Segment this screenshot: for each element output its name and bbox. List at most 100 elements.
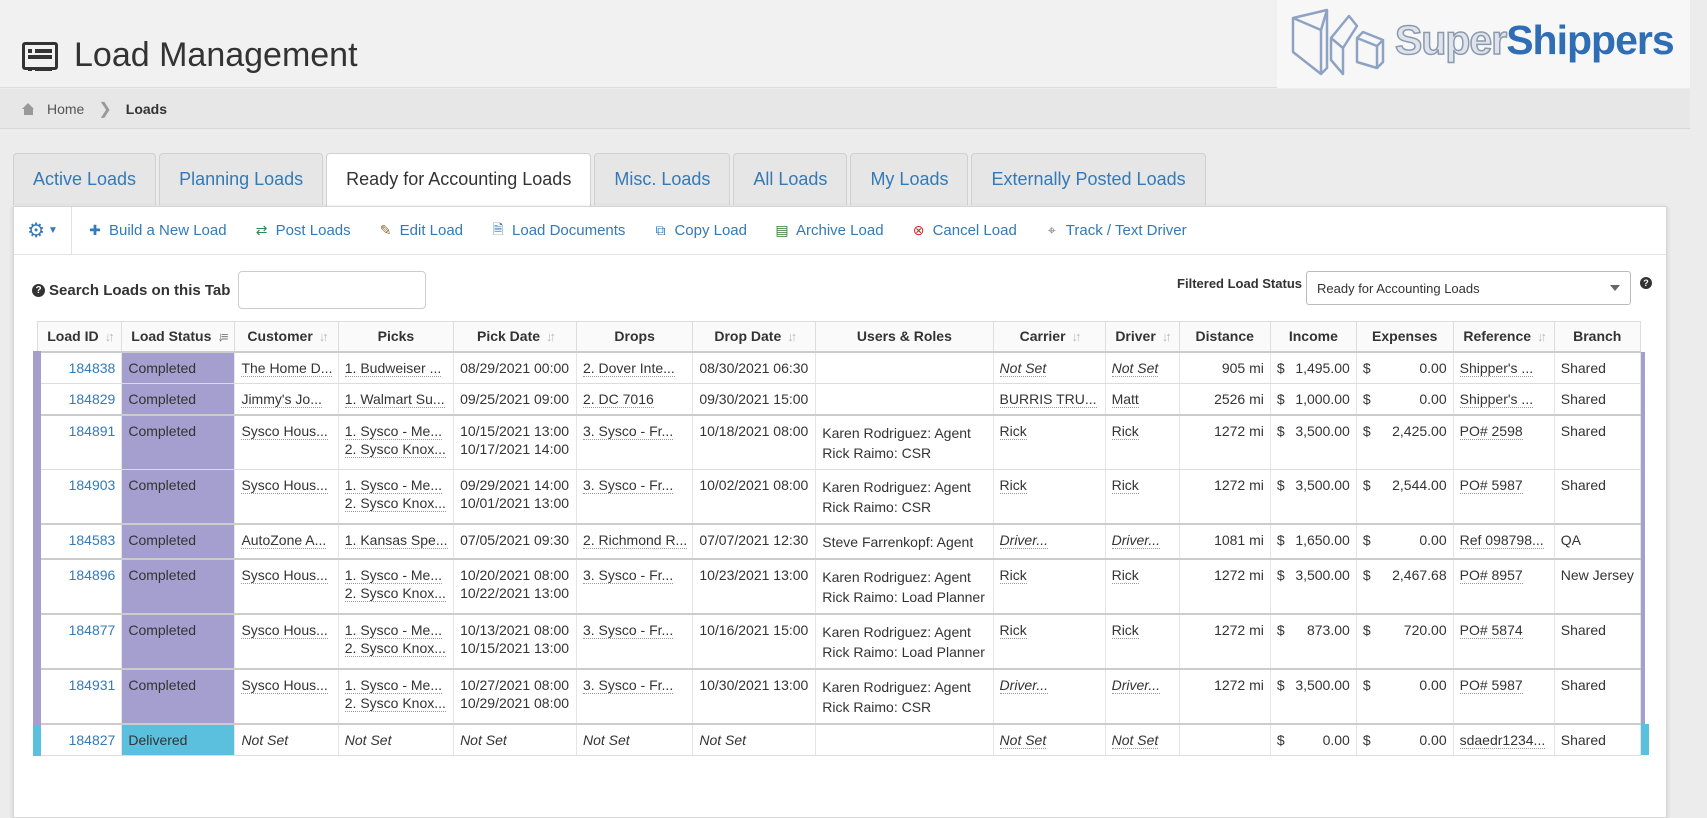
table-row[interactable]: 184903 Completed Sysco Hous... 1. Sysco - M… bbox=[33, 469, 1649, 524]
carrier-cell[interactable]: BURRIS TRU... bbox=[993, 383, 1106, 415]
drops-cell[interactable]: 2. DC 7016 bbox=[576, 383, 694, 415]
picks-cell[interactable]: 1. Sysco - Me... 2. Sysco Knox... bbox=[338, 413, 455, 470]
post-loads-button[interactable]: ⇄ Post Loads bbox=[255, 222, 351, 239]
load-id-link[interactable]: 184931 bbox=[33, 667, 123, 724]
tab-active-loads[interactable]: Active Loads bbox=[13, 153, 157, 205]
reference-cell[interactable]: Ref 098798... bbox=[1453, 522, 1555, 559]
copy-load-button[interactable]: ⧉ Copy Load bbox=[653, 222, 747, 239]
table-row[interactable]: 184583 Completed AutoZone A... 1. Kansas Sp… bbox=[33, 522, 1649, 559]
load-id-link[interactable]: 184896 bbox=[33, 557, 123, 614]
reference-cell[interactable]: PO# 5987 bbox=[1453, 667, 1555, 724]
driver-cell[interactable]: Not Set bbox=[1105, 722, 1180, 756]
driver-cell[interactable]: Driver... bbox=[1105, 522, 1180, 559]
table-row[interactable]: 184829 Completed Jimmy's Jo... 1. Walmart S… bbox=[33, 383, 1649, 415]
reference-cell[interactable]: PO# 2598 bbox=[1453, 413, 1555, 470]
load-documents-button[interactable]: 🗎 Load Documents bbox=[491, 219, 625, 243]
reference-cell[interactable]: PO# 5987 bbox=[1453, 469, 1555, 524]
table-row[interactable]: 184931 Completed Sysco Hous... 1. Sysco - M… bbox=[33, 667, 1649, 724]
drops-cell[interactable]: 2. Richmond R... bbox=[576, 522, 694, 559]
cancel-load-button[interactable]: ⊗ Cancel Load bbox=[912, 222, 1017, 239]
carrier-cell[interactable]: Rick bbox=[993, 557, 1106, 614]
driver-cell[interactable]: Rick bbox=[1105, 469, 1180, 524]
customer-cell[interactable]: Sysco Hous... bbox=[234, 667, 339, 724]
picks-cell[interactable]: 1. Budweiser ... bbox=[338, 351, 455, 384]
tab-all-loads[interactable]: All Loads bbox=[733, 153, 848, 205]
carrier-cell[interactable]: Driver... bbox=[993, 522, 1106, 559]
customer-cell[interactable]: AutoZone A... bbox=[234, 522, 339, 559]
reference-cell[interactable]: sdaedr1234... bbox=[1453, 722, 1555, 756]
tab-planning-loads[interactable]: Planning Loads bbox=[159, 153, 324, 205]
reference-cell[interactable]: PO# 8957 bbox=[1453, 557, 1555, 614]
table-row[interactable]: 184891 Completed Sysco Hous... 1. Sysco - M… bbox=[33, 413, 1649, 470]
drops-cell[interactable]: 3. Sysco - Fr... bbox=[576, 667, 694, 724]
drops-cell[interactable]: Not Set bbox=[576, 722, 694, 756]
driver-cell[interactable]: Rick bbox=[1105, 413, 1180, 470]
load-id-link[interactable]: 184829 bbox=[33, 383, 123, 415]
breadcrumb-home-link[interactable]: Home bbox=[47, 101, 84, 117]
reference-cell[interactable]: Shipper's ... bbox=[1453, 351, 1555, 384]
table-row[interactable]: 184838 Completed The Home D... 1. Budweiser… bbox=[33, 351, 1649, 384]
customer-cell[interactable]: Jimmy's Jo... bbox=[234, 383, 339, 415]
carrier-cell[interactable]: Rick bbox=[993, 469, 1106, 524]
column-header[interactable]: Reference ↓↑ bbox=[1452, 321, 1555, 353]
load-id-link[interactable]: 184827 bbox=[33, 722, 123, 756]
column-header[interactable]: Pick Date ↓↑ bbox=[453, 321, 577, 353]
build-new-load-button[interactable]: ✚ Build a New Load bbox=[88, 222, 226, 239]
track-text-driver-button[interactable]: ⌖ Track / Text Driver bbox=[1045, 222, 1187, 239]
driver-cell[interactable]: Rick bbox=[1105, 612, 1180, 669]
archive-load-button[interactable]: ▤ Archive Load bbox=[775, 222, 883, 239]
drops-cell[interactable]: 3. Sysco - Fr... bbox=[576, 612, 694, 669]
tab-misc-loads[interactable]: Misc. Loads bbox=[594, 153, 731, 205]
customer-cell[interactable]: Sysco Hous... bbox=[234, 612, 339, 669]
load-id-link[interactable]: 184903 bbox=[33, 469, 123, 524]
picks-cell[interactable]: 1. Sysco - Me... 2. Sysco Knox... bbox=[338, 612, 455, 669]
filter-status-select[interactable]: Ready for Accounting Loads bbox=[1306, 271, 1631, 305]
table-row[interactable]: 184877 Completed Sysco Hous... 1. Sysco - M… bbox=[33, 612, 1649, 669]
customer-cell[interactable]: Sysco Hous... bbox=[234, 557, 339, 614]
drops-cell[interactable]: 2. Dover Inte... bbox=[576, 351, 694, 384]
customer-cell[interactable]: Sysco Hous... bbox=[234, 413, 339, 470]
carrier-cell[interactable]: Driver... bbox=[993, 667, 1106, 724]
drops-cell[interactable]: 3. Sysco - Fr... bbox=[576, 557, 694, 614]
edit-load-button[interactable]: ✎ Edit Load bbox=[379, 222, 463, 239]
question-circle-icon[interactable]: ? bbox=[1640, 277, 1652, 289]
question-circle-icon[interactable]: ? bbox=[32, 283, 45, 297]
load-id-link[interactable]: 184877 bbox=[33, 612, 123, 669]
tab-my-loads[interactable]: My Loads bbox=[850, 153, 969, 205]
reference-cell[interactable]: Shipper's ... bbox=[1453, 383, 1555, 415]
picks-cell[interactable]: 1. Kansas Spe... bbox=[338, 522, 455, 559]
carrier-cell[interactable]: Not Set bbox=[993, 722, 1106, 756]
column-header[interactable]: Carrier ↓↑ bbox=[992, 321, 1106, 353]
load-id-link[interactable]: 184583 bbox=[33, 522, 123, 559]
settings-dropdown-button[interactable]: ⚙ ▼ bbox=[14, 206, 72, 255]
carrier-cell[interactable]: Rick bbox=[993, 413, 1106, 470]
customer-cell[interactable]: The Home D... bbox=[234, 351, 339, 384]
load-id-link[interactable]: 184891 bbox=[33, 413, 123, 470]
column-header[interactable]: Load ID ↓↑ bbox=[36, 321, 123, 353]
picks-cell[interactable]: 1. Sysco - Me... 2. Sysco Knox... bbox=[338, 557, 455, 614]
table-row[interactable]: 184827 Delivered Not Set Not Set Not Set Not … bbox=[33, 722, 1649, 756]
driver-cell[interactable]: Driver... bbox=[1105, 667, 1180, 724]
carrier-cell[interactable]: Rick bbox=[993, 612, 1106, 669]
carrier-cell[interactable]: Not Set bbox=[993, 351, 1106, 384]
driver-cell[interactable]: Rick bbox=[1105, 557, 1180, 614]
reference-cell[interactable]: PO# 5874 bbox=[1453, 612, 1555, 669]
column-header[interactable]: Drop Date ↓↑ bbox=[692, 321, 817, 353]
column-header[interactable]: Customer ↓↑ bbox=[234, 321, 339, 353]
drops-cell[interactable]: 3. Sysco - Fr... bbox=[576, 469, 694, 524]
table-row[interactable]: 184896 Completed Sysco Hous... 1. Sysco - M… bbox=[33, 557, 1649, 614]
picks-cell[interactable]: Not Set bbox=[338, 722, 455, 756]
driver-cell[interactable]: Not Set bbox=[1105, 351, 1180, 384]
load-id-link[interactable]: 184838 bbox=[33, 351, 123, 384]
search-input[interactable] bbox=[238, 271, 427, 309]
column-header[interactable]: Load Status ↓≡ bbox=[121, 321, 236, 353]
drops-cell[interactable]: 3. Sysco - Fr... bbox=[576, 413, 694, 470]
picks-cell[interactable]: 1. Sysco - Me... 2. Sysco Knox... bbox=[338, 469, 455, 524]
picks-cell[interactable]: 1. Sysco - Me... 2. Sysco Knox... bbox=[338, 667, 455, 724]
customer-cell[interactable]: Sysco Hous... bbox=[234, 469, 339, 524]
driver-cell[interactable]: Matt bbox=[1105, 383, 1180, 415]
column-header[interactable]: Driver ↓↑ bbox=[1104, 321, 1180, 353]
tab-ready-for-accounting-loads[interactable]: Ready for Accounting Loads bbox=[326, 153, 592, 207]
picks-cell[interactable]: 1. Walmart Su... bbox=[338, 383, 455, 415]
tab-externally-posted-loads[interactable]: Externally Posted Loads bbox=[971, 153, 1206, 205]
